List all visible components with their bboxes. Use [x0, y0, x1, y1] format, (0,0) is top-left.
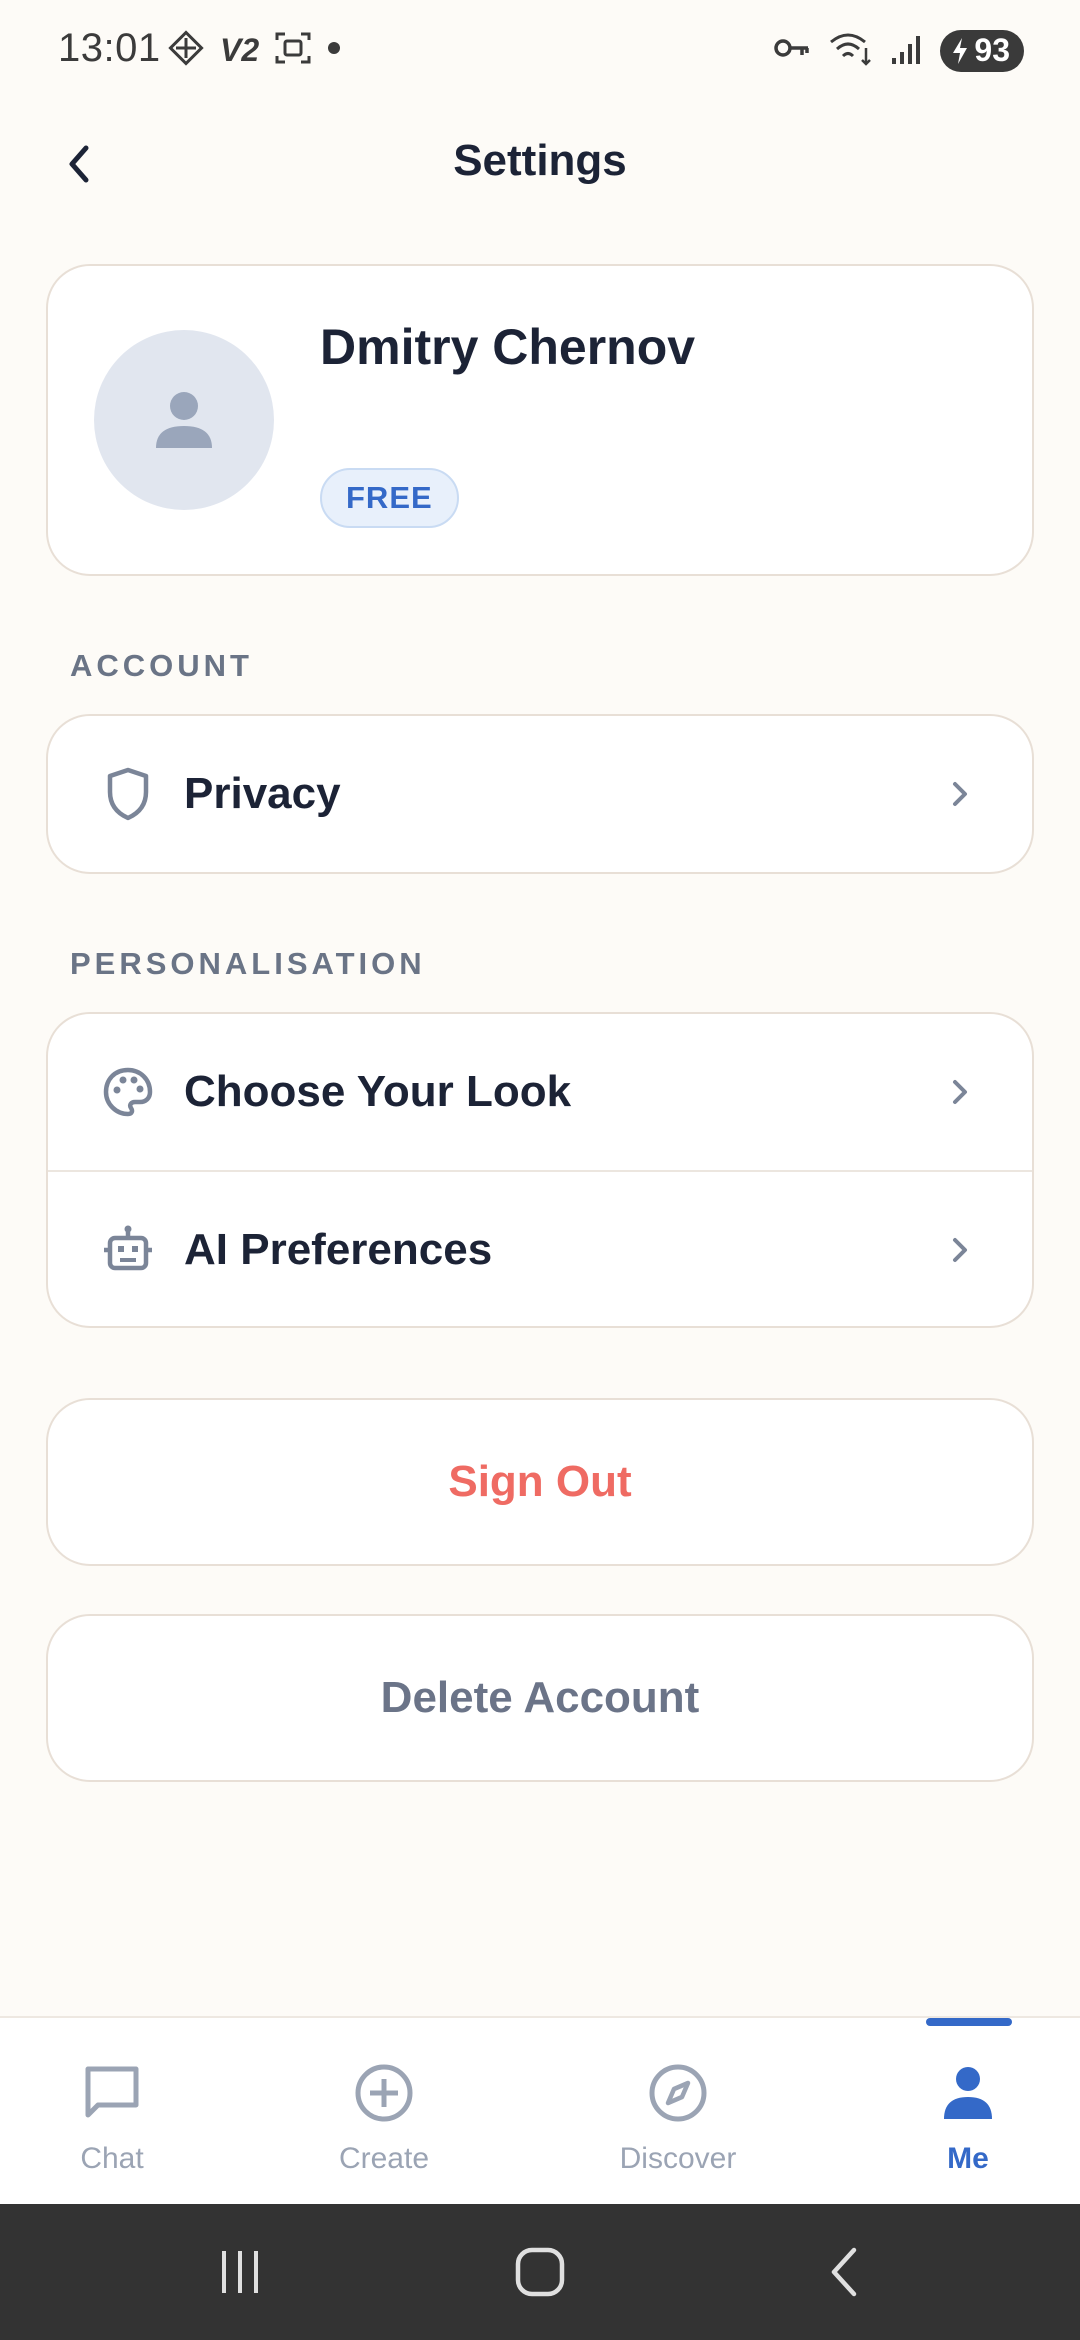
nav-tab-create[interactable]: Create: [284, 2018, 484, 2206]
status-time: 13:01: [58, 26, 161, 70]
profile-card[interactable]: Dmitry Chernov FREE: [46, 264, 1034, 576]
wifi-icon: [828, 28, 874, 73]
shield-icon: [96, 762, 160, 826]
app-notification-icon: [166, 28, 206, 73]
settings-row-privacy[interactable]: Privacy: [48, 716, 1032, 872]
system-nav-bar: [0, 2204, 1080, 2340]
recent-apps-icon: [222, 2251, 258, 2293]
settings-row-label: AI Preferences: [184, 1225, 493, 1274]
sign-out-label: Sign Out: [448, 1457, 632, 1506]
v2-icon: V2: [220, 32, 260, 68]
bottom-nav: Chat Create Discover Me: [0, 2016, 1080, 2204]
page-title: Settings: [453, 136, 627, 185]
nav-label-create: Create: [338, 2142, 430, 2175]
sign-out-button[interactable]: Sign Out: [46, 1398, 1034, 1566]
system-back-button[interactable]: [804, 2236, 884, 2308]
system-back-icon: [831, 2247, 857, 2297]
plus-circle-icon: [349, 2058, 419, 2128]
signal-icon: [890, 28, 924, 73]
robot-icon: [96, 1218, 160, 1282]
status-bar: 13:01 V2 93: [0, 0, 1080, 100]
settings-row-choose-look[interactable]: Choose Your Look: [48, 1014, 1032, 1170]
header: Settings: [0, 120, 1080, 210]
personalisation-card: Choose Your Look AI Preferences: [46, 1012, 1034, 1328]
delete-account-label: Delete Account: [380, 1673, 700, 1722]
nav-tab-discover[interactable]: Discover: [578, 2018, 778, 2206]
recent-apps-button[interactable]: [200, 2236, 280, 2308]
nav-tab-me[interactable]: Me: [868, 2018, 1068, 2206]
settings-row-ai-preferences[interactable]: AI Preferences: [48, 1172, 1032, 1328]
person-placeholder-icon: [156, 392, 212, 448]
nav-tab-chat[interactable]: Chat: [12, 2018, 212, 2206]
battery-indicator: 93: [940, 29, 1024, 72]
compass-icon: [643, 2058, 713, 2128]
chevron-right-icon: [940, 774, 980, 814]
screenshot-icon: [273, 28, 313, 73]
plan-badge: FREE: [320, 468, 459, 528]
nav-label-discover: Discover: [619, 2142, 737, 2175]
section-label-account: ACCOUNT: [70, 648, 253, 683]
section-label-personalisation: PERSONALISATION: [70, 946, 426, 981]
palette-icon: [96, 1060, 160, 1124]
settings-row-label: Privacy: [184, 769, 341, 818]
status-left-icons: V2: [166, 28, 341, 73]
profile-name: Dmitry Chernov: [320, 319, 696, 375]
charging-icon: [953, 37, 968, 64]
person-icon: [933, 2058, 1003, 2128]
delete-account-button[interactable]: Delete Account: [46, 1614, 1034, 1782]
vpn-key-icon: [772, 28, 812, 73]
home-icon: [515, 2247, 565, 2297]
status-right-icons: 93: [772, 28, 1024, 73]
nav-label-me: Me: [947, 2142, 989, 2175]
account-card: Privacy: [46, 714, 1034, 874]
battery-level: 93: [974, 32, 1010, 68]
chat-bubble-icon: [77, 2058, 147, 2128]
chevron-right-icon: [940, 1230, 980, 1270]
dot-icon: [327, 41, 341, 60]
avatar[interactable]: [94, 330, 274, 510]
home-button[interactable]: [500, 2236, 580, 2308]
nav-label-chat: Chat: [80, 2142, 144, 2175]
settings-row-label: Choose Your Look: [184, 1067, 572, 1116]
chevron-right-icon: [940, 1072, 980, 1112]
